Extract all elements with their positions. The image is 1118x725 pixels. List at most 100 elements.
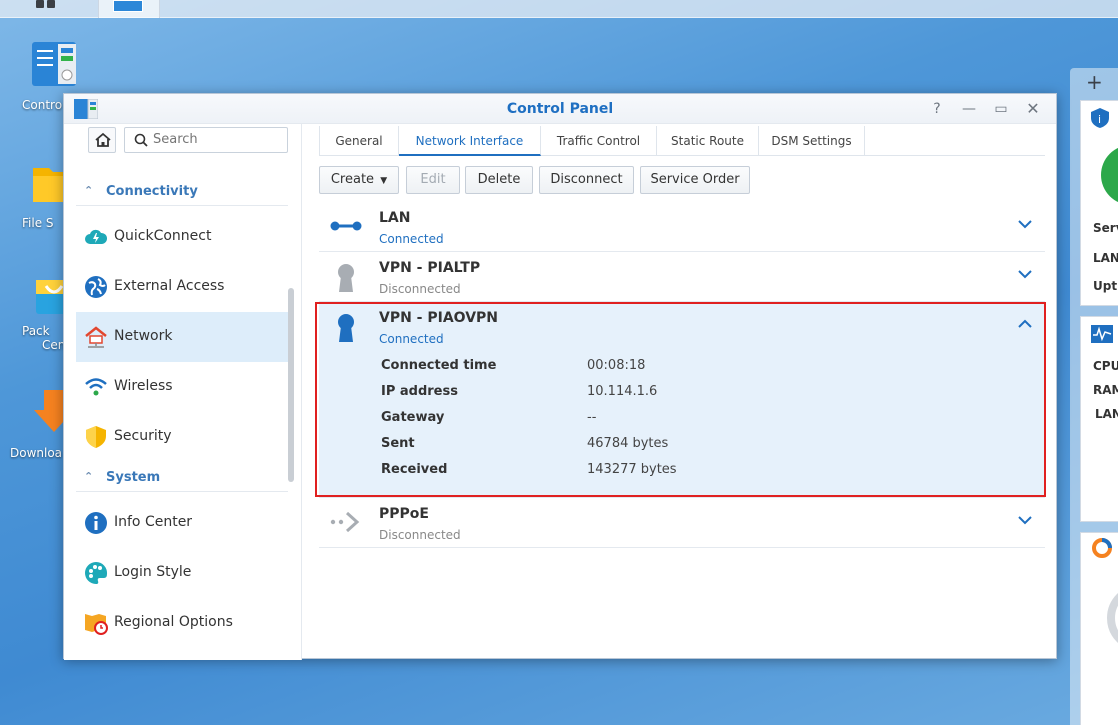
wifi-icon: [85, 378, 107, 396]
control-panel-icon: [32, 42, 76, 86]
widget-label: Upti: [1093, 279, 1118, 293]
add-widget-icon[interactable]: +: [1086, 70, 1103, 94]
minimize-icon[interactable]: —: [960, 100, 978, 118]
taskbar-control-panel-button[interactable]: [98, 0, 160, 18]
donut-chart-icon: [1092, 538, 1112, 558]
interface-name: VPN - PIALTP: [379, 260, 481, 276]
system-health-widget: i Serv LAN Upti: [1080, 100, 1118, 306]
tab-general[interactable]: General: [319, 126, 399, 156]
detail-value: 00:08:18: [587, 358, 646, 373]
search-box[interactable]: [124, 127, 288, 153]
main-menu-button[interactable]: [24, 0, 86, 18]
sidebar-item-external-access[interactable]: External Access: [76, 262, 288, 312]
detail-value: 46784 bytes: [587, 436, 669, 451]
chevron-down-icon[interactable]: [1017, 216, 1033, 232]
pulse-chart-icon: [1091, 325, 1113, 343]
interface-row-vpn-pialtp[interactable]: VPN - PIALTP Disconnected: [319, 252, 1045, 302]
sidebar-item-quickconnect[interactable]: QuickConnect: [76, 212, 288, 262]
detail-value: 10.114.1.6: [587, 384, 658, 399]
sidebar-item-network[interactable]: Network: [76, 312, 288, 362]
sidebar-item-label: Login Style: [114, 564, 192, 580]
delete-button[interactable]: Delete: [465, 166, 533, 194]
section-title: Connectivity: [106, 184, 198, 199]
chevron-down-icon[interactable]: [1017, 512, 1033, 528]
tab-static-route[interactable]: Static Route: [657, 126, 759, 156]
sidebar-item-label: Network: [114, 328, 173, 344]
create-button-label: Create: [330, 172, 375, 187]
caret-down-icon: ▼: [380, 176, 388, 186]
interface-row-pppoe[interactable]: PPPoE Disconnected: [319, 498, 1045, 548]
detail-value: 143277 bytes: [587, 462, 677, 477]
create-button[interactable]: Create ▼: [319, 166, 399, 194]
sidebar-item-wireless[interactable]: Wireless: [76, 362, 288, 412]
detail-key: Gateway: [381, 410, 445, 425]
sidebar-item-label: Info Center: [114, 514, 193, 530]
chevron-up-icon: ⌃: [84, 470, 94, 483]
sidebar-item-label: External Access: [114, 278, 225, 294]
info-icon: [85, 512, 107, 534]
window-titlebar[interactable]: Control Panel ? — ▭ ✕: [64, 94, 1056, 124]
detail-key: IP address: [381, 384, 458, 399]
interface-row-vpn-piaovpn[interactable]: VPN - PIAOVPN Connected Connected time 0…: [319, 302, 1045, 498]
widget-label: CPU: [1093, 359, 1118, 373]
sidebar-item-security[interactable]: Security: [76, 412, 288, 462]
tab-bar: General Network Interface Traffic Contro…: [319, 126, 1045, 156]
main-content: General Network Interface Traffic Contro…: [303, 124, 1058, 660]
service-order-button[interactable]: Service Order: [640, 166, 750, 194]
tab-traffic-control[interactable]: Traffic Control: [541, 126, 657, 156]
shield-icon: [86, 426, 106, 448]
maximize-icon[interactable]: ▭: [992, 100, 1010, 118]
sidebar-item-info-center[interactable]: Info Center: [76, 498, 288, 548]
interface-row-lan[interactable]: LAN Connected: [319, 202, 1045, 252]
chevron-up-icon: ⌃: [84, 184, 94, 197]
shield-icon: i: [1091, 108, 1109, 128]
section-connectivity[interactable]: ⌃ Connectivity: [76, 180, 288, 206]
status-ok-icon: [1101, 147, 1118, 203]
widget-label: RAM: [1093, 383, 1118, 397]
widget-label: Serv: [1093, 221, 1118, 235]
widgets-panel: + i Serv LAN Upti CPU RAM LAN: [1070, 68, 1118, 725]
chevron-up-icon[interactable]: [1017, 316, 1033, 332]
detail-key: Received: [381, 462, 448, 477]
widget-label: LAN: [1095, 407, 1118, 421]
interface-status: Disconnected: [379, 528, 461, 542]
globe-icon: [85, 276, 107, 298]
disconnect-button[interactable]: Disconnect: [539, 166, 634, 194]
tab-network-interface[interactable]: Network Interface: [399, 126, 541, 156]
interface-status: Connected: [379, 232, 444, 246]
sidebar-item-login-style[interactable]: Login Style: [76, 548, 288, 598]
storage-widget: [1080, 532, 1118, 725]
section-system[interactable]: ⌃ System: [76, 466, 288, 492]
quickconnect-cloud-icon: [85, 229, 108, 244]
detail-key: Connected time: [381, 358, 497, 373]
sidebar-scrollbar[interactable]: [288, 288, 294, 482]
vpn-keyhole-icon: [338, 264, 354, 292]
sidebar-item-label: Regional Options: [114, 614, 233, 630]
home-button[interactable]: [88, 127, 116, 153]
widget-label: LAN: [1093, 251, 1118, 265]
sidebar: ⌃ Connectivity QuickConnect External Acc…: [64, 124, 302, 660]
resource-monitor-widget: CPU RAM LAN: [1080, 316, 1118, 522]
chevron-down-icon[interactable]: [1017, 266, 1033, 282]
interface-name: VPN - PIAOVPN: [379, 310, 499, 326]
network-house-icon: [85, 326, 107, 348]
taskbar: [0, 0, 1118, 18]
lan-connector-icon: [330, 221, 362, 231]
control-panel-icon: [113, 0, 143, 12]
svg-text:i: i: [1098, 113, 1101, 126]
help-icon[interactable]: ?: [928, 100, 946, 118]
sidebar-item-label: Wireless: [114, 378, 173, 394]
section-title: System: [106, 470, 161, 485]
sidebar-item-regional-options[interactable]: Regional Options: [76, 598, 288, 648]
interface-status: Connected: [379, 332, 444, 346]
search-icon: [134, 133, 148, 147]
sidebar-item-label: Security: [114, 428, 172, 444]
search-input[interactable]: [153, 132, 283, 147]
edit-button[interactable]: Edit: [406, 166, 460, 194]
close-icon[interactable]: ✕: [1024, 100, 1042, 118]
tab-dsm-settings[interactable]: DSM Settings: [759, 126, 865, 156]
map-clock-icon: [85, 614, 108, 635]
window-title: Control Panel: [506, 101, 614, 117]
home-icon: [95, 132, 111, 147]
sidebar-item-label: QuickConnect: [114, 228, 212, 244]
